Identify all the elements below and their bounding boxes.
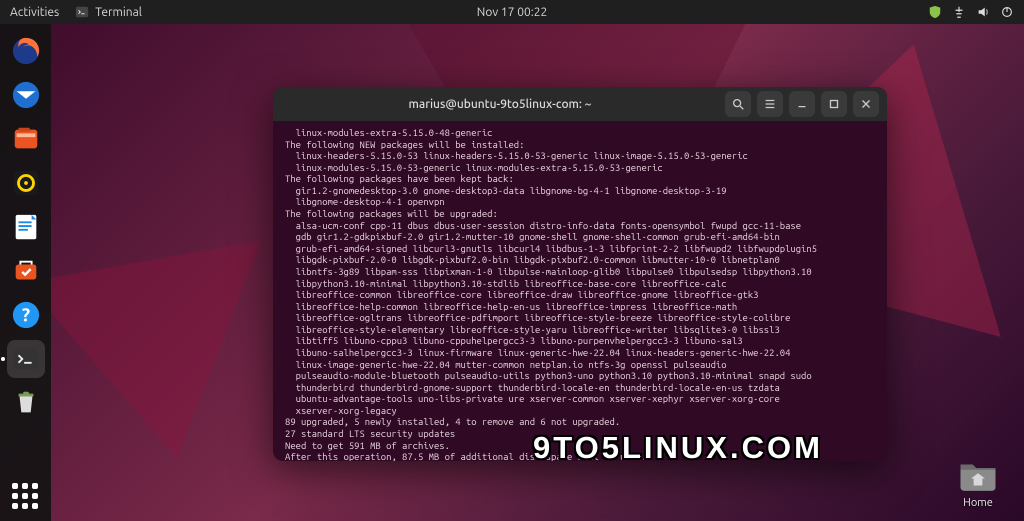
desktop-home-label: Home <box>963 497 993 509</box>
files-icon <box>11 124 41 154</box>
activities-button[interactable]: Activities <box>10 6 59 19</box>
terminal-window: marius@ubuntu-9to5linux-com: ~ linux-mod… <box>273 87 887 461</box>
system-status-area[interactable] <box>928 5 1024 19</box>
close-button[interactable] <box>853 91 879 117</box>
clock[interactable]: Nov 17 00:22 <box>477 6 547 19</box>
desktop-home-folder[interactable]: Home <box>950 457 1006 509</box>
minimize-icon <box>795 97 809 111</box>
shield-icon <box>928 5 942 19</box>
terminal-icon <box>11 344 41 374</box>
network-icon <box>952 5 966 19</box>
maximize-button[interactable] <box>821 91 847 117</box>
dock: ? <box>0 24 51 521</box>
dock-item-rhythmbox[interactable] <box>7 164 45 202</box>
rhythmbox-icon <box>11 168 41 198</box>
ubuntu-software-icon <box>11 256 41 286</box>
active-app-name: Terminal <box>95 6 142 19</box>
show-applications-button[interactable] <box>12 483 40 511</box>
close-icon <box>859 97 873 111</box>
terminal-menu-button[interactable] <box>757 91 783 117</box>
svg-text:?: ? <box>21 305 29 326</box>
dock-item-terminal[interactable] <box>7 340 45 378</box>
dock-item-software[interactable] <box>7 252 45 290</box>
dock-item-thunderbird[interactable] <box>7 76 45 114</box>
trash-icon <box>11 388 41 418</box>
terminal-titlebar[interactable]: marius@ubuntu-9to5linux-com: ~ <box>273 87 887 121</box>
top-bar: Activities Terminal Nov 17 00:22 <box>0 0 1024 24</box>
terminal-search-button[interactable] <box>725 91 751 117</box>
folder-icon <box>957 457 999 493</box>
dock-item-trash[interactable] <box>7 384 45 422</box>
thunderbird-icon <box>11 80 41 110</box>
maximize-icon <box>827 97 841 111</box>
libreoffice-writer-icon <box>11 212 41 242</box>
dock-item-files[interactable] <box>7 120 45 158</box>
firefox-icon <box>11 36 41 66</box>
watermark: 9TO5LINUX.COM <box>533 430 823 466</box>
hamburger-icon <box>763 97 777 111</box>
dock-item-writer[interactable] <box>7 208 45 246</box>
volume-icon <box>976 5 990 19</box>
terminal-output[interactable]: linux-modules-extra-5.15.0-48-generic Th… <box>273 121 887 461</box>
dock-item-firefox[interactable] <box>7 32 45 70</box>
terminal-icon <box>75 5 89 19</box>
dock-item-help[interactable]: ? <box>7 296 45 334</box>
search-icon <box>731 97 745 111</box>
power-icon <box>1000 5 1014 19</box>
terminal-title: marius@ubuntu-9to5linux-com: ~ <box>281 98 719 111</box>
help-icon: ? <box>11 300 41 330</box>
active-app-indicator[interactable]: Terminal <box>75 5 142 19</box>
minimize-button[interactable] <box>789 91 815 117</box>
